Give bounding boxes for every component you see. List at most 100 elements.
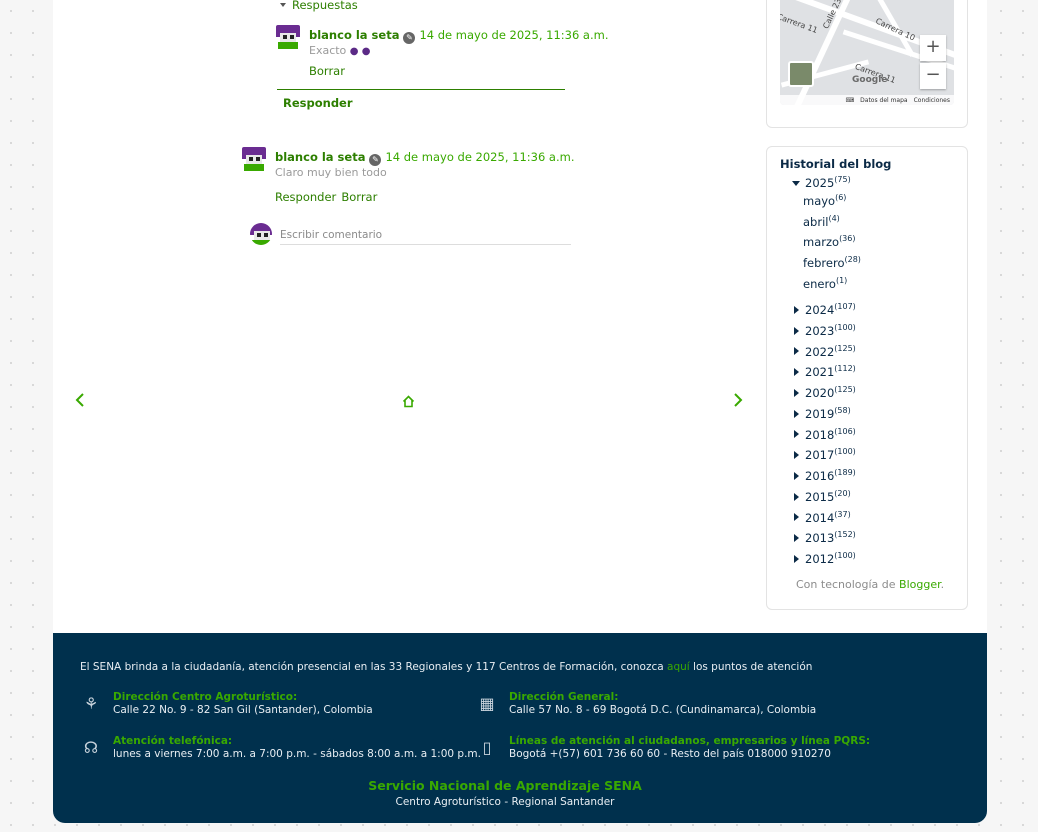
plant-icon: ⚘ [83,694,99,713]
home-icon[interactable] [402,394,415,412]
archive-count: (106) [834,426,856,436]
archive-year-label: 2016 [805,468,835,483]
comment-header: blanco la seta ✎ 14 de mayo de 2025, 11:36… [275,146,574,166]
archive-year-collapsed[interactable]: 2014(37) [794,510,851,525]
archive-year-label: 2022 [805,344,835,359]
comment-date-link[interactable]: 14 de mayo de 2025, 11:36 a.m. [419,28,608,42]
comment-input[interactable] [280,228,571,245]
headset-icon: ☊ [83,738,99,757]
footer-here-link[interactable]: aquí [667,661,690,673]
blog-archive-widget: Historial del blog 2025(75) mayo(6) abril… [766,146,968,610]
archive-count: (75) [834,175,851,184]
footer-item-title: Dirección Centro Agroturístico: [113,691,298,703]
archive-count: (100) [834,322,856,332]
archive-year-label: 2014 [805,510,835,525]
archive-year-label: 2025 [805,175,835,190]
archive-month-link[interactable]: mayo(6) [803,193,846,208]
powered-text: Con tecnología de [796,578,896,591]
footer-item-text: Calle 22 No. 9 - 82 San Gil (Santander),… [113,704,373,716]
archive-year-collapsed[interactable]: 2023(100) [794,323,856,338]
map-satellite-toggle[interactable] [788,61,814,87]
archive-month-label: mayo [803,193,836,208]
comment-date-link[interactable]: 14 de mayo de 2025, 11:36 a.m. [385,150,574,164]
archive-count: (112) [834,364,856,374]
archive-count: (28) [844,255,861,265]
archive-year-label: 2018 [805,427,835,442]
map-zoom-in-button[interactable]: + [920,35,946,61]
page: Respuestas blanco la seta ✎ 14 de mayo de … [53,0,987,823]
comment-author-link[interactable]: blanco la seta [275,150,365,164]
archive-month-link[interactable]: abril(4) [803,214,840,229]
archive-count: (20) [834,488,851,498]
archive-year-collapsed[interactable]: 2016(189) [794,468,856,483]
archive-count: (100) [834,551,856,560]
replies-toggle[interactable]: Respuestas [280,0,358,12]
building-icon: ▦ [479,694,495,713]
caret-right-icon [794,326,799,335]
pencil-icon: ✎ [403,32,416,44]
archive-year-label: 2015 [805,489,835,504]
archive-year-label: 2017 [805,448,835,463]
caret-right-icon [794,471,799,480]
caret-right-icon [794,430,799,439]
site-footer: El SENA brinda a la ciudadanía, atención… [53,633,987,823]
mushroom-emoji-icon: ● ● [349,46,371,57]
footer-item-title: Atención telefónica: [113,735,233,747]
archive-year-collapsed[interactable]: 2015(20) [794,489,851,504]
archive-year-collapsed[interactable]: 2017(100) [794,447,856,462]
map-zoom-out-button[interactable]: − [920,63,946,89]
footer-item-text: Calle 57 No. 8 - 69 Bogotá D.C. (Cundina… [509,704,817,716]
archive-month-link[interactable]: marzo(36) [803,234,855,249]
caret-right-icon [794,347,799,356]
map-street-label: Carrera 11 [780,11,819,36]
archive-year-expanded[interactable]: 2025(75) [792,175,851,190]
keyboard-icon[interactable]: ⌨ [845,97,854,104]
avatar[interactable] [276,25,300,49]
caret-down-icon [280,3,286,7]
caret-right-icon [794,451,799,460]
archive-year-collapsed[interactable]: 2024(107) [794,302,856,317]
reply-button[interactable]: Responder [283,96,353,110]
archive-year-collapsed[interactable]: 2019(58) [794,406,851,421]
archive-year-collapsed[interactable]: 2021(112) [794,364,856,379]
reply-header: blanco la seta ✎ 14 de mayo de 2025, 11:36… [309,24,608,44]
archive-month-link[interactable]: enero(1) [803,276,847,291]
footer-intro-end: los puntos de atención [693,661,813,673]
archive-year-label: 2020 [805,385,835,400]
caret-right-icon [794,388,799,397]
archive-year-label: 2019 [805,406,835,421]
delete-link[interactable]: Borrar [309,64,345,78]
archive-count: (189) [834,468,856,477]
powered-by: Con tecnología de Blogger. [796,578,944,591]
chevron-right-icon[interactable] [733,392,743,412]
archive-year-collapsed[interactable]: 2013(152) [794,530,856,545]
google-map[interactable]: Carrera 11 Calle 23 Carrera 10 Carrera 1… [780,0,954,105]
archive-title: Historial del blog [780,157,892,171]
archive-year-collapsed[interactable]: 2022(125) [794,343,856,359]
archive-count: (58) [834,405,851,415]
replies-toggle-label: Respuestas [292,0,358,12]
map-terms-link[interactable]: Condiciones [914,97,950,104]
archive-month-link[interactable]: febrero(28) [803,255,861,270]
powered-end: . [940,578,945,591]
caret-right-icon [794,534,799,543]
blogger-link[interactable]: Blogger [899,578,941,591]
comment-author-link[interactable]: blanco la seta [309,28,399,42]
delete-link[interactable]: Borrar [341,190,377,204]
archive-year-collapsed[interactable]: 2020(125) [794,385,856,400]
archive-count: (125) [834,343,856,353]
reply-link[interactable]: Responder [275,190,336,204]
archive-count: (1) [835,275,848,285]
chevron-left-icon[interactable] [75,392,85,412]
comment-text: Exacto ● ● [309,44,370,57]
avatar[interactable] [242,147,266,171]
archive-year-collapsed[interactable]: 2012(100) [794,551,856,566]
footer-item-text: lunes a viernes 7:00 a.m. a 7:00 p.m. - … [113,748,481,760]
archive-year-collapsed[interactable]: 2018(106) [794,426,856,442]
footer-org-name: Servicio Nacional de Aprendizaje SENA [368,778,642,793]
current-user-avatar [250,223,272,245]
map-data-link[interactable]: Datos del mapa [860,97,907,104]
caret-right-icon [794,554,799,563]
caret-down-icon [792,180,800,186]
map-widget: Carrera 11 Calle 23 Carrera 10 Carrera 1… [766,0,968,128]
